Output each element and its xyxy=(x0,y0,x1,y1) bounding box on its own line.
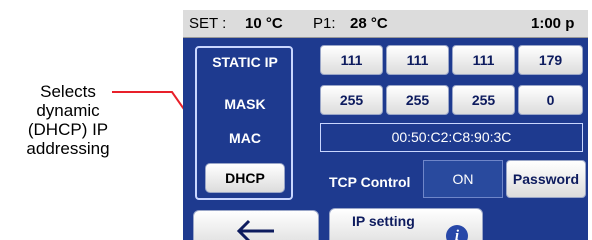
mask-label: MASK xyxy=(224,96,266,112)
clock: 1:00 p xyxy=(531,15,575,32)
ip-octet-4[interactable]: 179 xyxy=(518,45,583,75)
mac-label: MAC xyxy=(229,130,261,146)
tcp-control-label: TCP Control xyxy=(329,174,411,190)
mask-octet-2[interactable]: 255 xyxy=(386,85,449,115)
ip-setting-label: IP setting xyxy=(352,213,415,229)
dhcp-button[interactable]: DHCP xyxy=(205,163,285,193)
ip-octet-2[interactable]: 111 xyxy=(386,45,449,75)
status-bar: SET : 10 °C P1: 28 °C 1:00 p xyxy=(183,10,588,38)
password-button[interactable]: Password xyxy=(506,160,586,198)
set-label: SET : xyxy=(189,15,227,32)
info-icon[interactable]: i xyxy=(446,225,468,240)
ip-octet-3[interactable]: 111 xyxy=(452,45,515,75)
p1-label: P1: xyxy=(313,15,336,32)
set-temperature: 10 °C xyxy=(245,15,283,32)
tcp-control-toggle[interactable]: ON xyxy=(423,160,503,198)
mask-octet-1[interactable]: 255 xyxy=(320,85,383,115)
mac-address-field: 00:50:C2:C8:90:3C xyxy=(320,123,583,152)
mask-octet-4[interactable]: 0 xyxy=(518,85,583,115)
ip-octet-1[interactable]: 111 xyxy=(320,45,383,75)
ip-setting-tab[interactable]: IP setting i xyxy=(329,208,483,240)
mask-octet-3[interactable]: 255 xyxy=(452,85,515,115)
device-screen: SET : 10 °C P1: 28 °C 1:00 p STATIC IP M… xyxy=(183,10,588,240)
back-button[interactable] xyxy=(193,210,319,240)
p1-temperature: 28 °C xyxy=(350,15,388,32)
back-arrow-icon xyxy=(236,219,274,240)
static-ip-label: STATIC IP xyxy=(212,54,278,70)
